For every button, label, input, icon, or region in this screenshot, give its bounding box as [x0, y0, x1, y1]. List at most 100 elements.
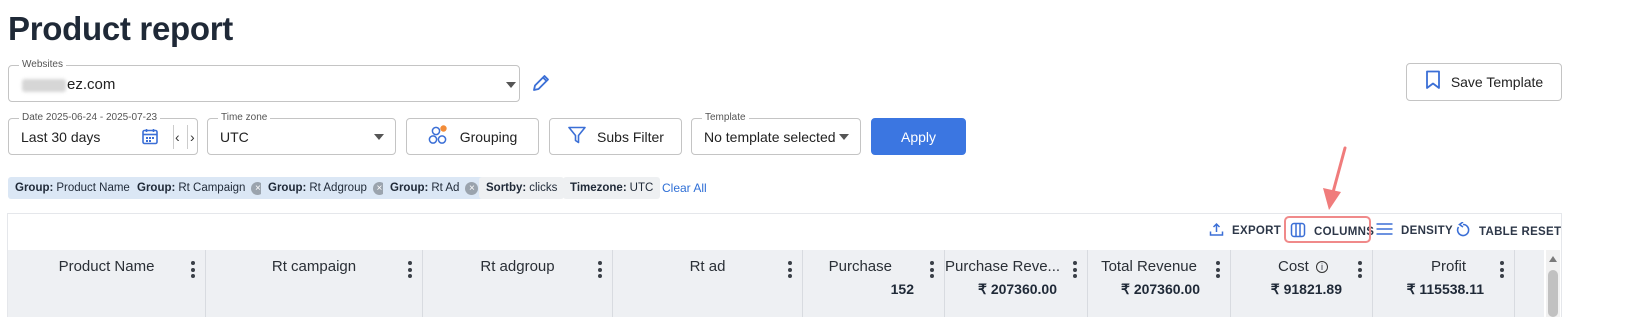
grouping-button[interactable]: Grouping — [406, 118, 539, 155]
bookmark-icon — [1425, 70, 1441, 94]
chevron-down-icon[interactable] — [374, 134, 384, 140]
chip-key: Group: — [390, 182, 429, 194]
column-header-label: Rt adgroup — [480, 258, 555, 275]
column-total: ₹ 91821.89 — [1270, 281, 1342, 297]
more-vert-icon[interactable] — [1358, 261, 1362, 278]
filter-chip: Group: Rt Campaign × — [130, 177, 272, 199]
column-header-total-revenue[interactable]: Total Revenue ₹ 207360.00 — [1088, 250, 1231, 317]
info-icon[interactable]: i — [1316, 261, 1328, 274]
column-total: ₹ 207360.00 — [978, 281, 1057, 297]
chip-key: Group: — [15, 182, 54, 194]
reset-icon — [1455, 221, 1471, 241]
chip-value: Rt Ad — [431, 182, 460, 194]
chip-value: clicks — [529, 182, 558, 194]
chevron-left-icon[interactable]: ‹ — [175, 129, 180, 145]
calendar-icon[interactable] — [142, 128, 158, 150]
apply-label: Apply — [900, 128, 937, 145]
subs-filter-label: Subs Filter — [597, 128, 664, 145]
column-header-product-name[interactable]: Product Name — [8, 250, 206, 317]
column-header-label: Purchase — [828, 258, 892, 275]
grouping-icon — [428, 124, 450, 150]
export-button[interactable]: EXPORT — [1209, 222, 1281, 240]
more-vert-icon[interactable] — [191, 261, 195, 278]
column-header-label: Cost i — [1231, 258, 1328, 275]
close-icon[interactable]: × — [465, 181, 479, 195]
chip-key: Group: — [268, 182, 307, 194]
chip-value: Rt Adgroup — [309, 182, 367, 194]
column-header-rt-campaign[interactable]: Rt campaign — [206, 250, 423, 317]
date-range-value: Last 30 days — [21, 129, 101, 145]
annotation-arrow — [1323, 146, 1347, 210]
subs-filter-button[interactable]: Subs Filter — [549, 118, 682, 155]
filter-chip: Group: Rt Ad × — [383, 177, 486, 199]
clear-all-link[interactable]: Clear All — [662, 181, 707, 195]
grouping-label: Grouping — [459, 128, 518, 145]
column-header-label: Profit — [1430, 258, 1466, 275]
column-total: ₹ 207360.00 — [1121, 281, 1200, 297]
chip-value: Rt Campaign — [178, 182, 246, 194]
save-template-label: Save Template — [1450, 74, 1544, 90]
highlight-box — [1284, 216, 1371, 243]
scroll-up-icon[interactable] — [1549, 256, 1557, 262]
template-value: No template selected — [704, 129, 836, 145]
more-vert-icon[interactable] — [598, 261, 602, 278]
websites-blurred-prefix — [22, 79, 66, 92]
table-reset-label: TABLE RESET — [1479, 225, 1562, 238]
more-vert-icon[interactable] — [1073, 261, 1077, 278]
export-label: EXPORT — [1232, 225, 1282, 237]
date-range-label: Date 2025-06-24 - 2025-07-23 — [19, 112, 161, 124]
table-header: Product Name Rt campaign Rt adgroup Rt a… — [8, 250, 1544, 317]
chevron-down-icon[interactable] — [839, 134, 849, 140]
template-label: Template — [702, 112, 749, 124]
table-reset-button[interactable]: TABLE RESET — [1455, 221, 1562, 241]
column-header-label: Rt ad — [689, 258, 726, 275]
column-header-text: Cost — [1277, 258, 1309, 275]
filter-icon — [567, 125, 587, 149]
column-header-cost[interactable]: Cost i ₹ 91821.89 — [1231, 250, 1373, 317]
template-select[interactable]: Template No template selected — [691, 112, 861, 155]
column-header-label: Rt campaign — [271, 258, 357, 275]
more-vert-icon[interactable] — [788, 261, 792, 278]
column-header-label: Product Name — [58, 258, 155, 275]
chevron-right-icon[interactable]: › — [190, 129, 195, 145]
apply-button[interactable]: Apply — [871, 118, 966, 155]
chip-value: Product Name — [56, 182, 130, 194]
density-button[interactable]: DENSITY — [1376, 222, 1453, 239]
column-header-purchase-revenue[interactable]: Purchase Reve... ₹ 207360.00 — [945, 250, 1088, 317]
chip-key: Timezone: — [570, 182, 627, 194]
column-header-label: Total Revenue — [1101, 258, 1197, 275]
timezone-value: UTC — [220, 129, 249, 145]
more-vert-icon[interactable] — [408, 261, 412, 278]
timezone-label: Time zone — [218, 112, 271, 124]
save-template-button[interactable]: Save Template — [1406, 63, 1562, 101]
density-label: DENSITY — [1401, 224, 1453, 237]
menu-icon — [1376, 222, 1393, 239]
column-total: ₹ 115538.11 — [1406, 281, 1484, 297]
column-header-rt-ad[interactable]: Rt ad — [613, 250, 803, 317]
more-vert-icon[interactable] — [1500, 261, 1504, 278]
more-vert-icon[interactable] — [930, 261, 934, 278]
filter-chip: Group: Rt Adgroup × — [261, 177, 393, 199]
more-vert-icon[interactable] — [1216, 261, 1220, 278]
chip-key: Group: — [137, 182, 176, 194]
column-total: 152 — [890, 281, 914, 297]
websites-value: ez.com — [67, 76, 116, 93]
column-header-purchase[interactable]: Purchase 152 — [803, 250, 945, 317]
chip-value: UTC — [629, 182, 654, 194]
edit-icon[interactable] — [530, 72, 552, 94]
websites-select[interactable]: Websites ez.com — [8, 59, 520, 102]
divider — [173, 125, 174, 149]
page-title: Product report — [8, 10, 233, 47]
column-header-profit[interactable]: Profit ₹ 115538.11 — [1373, 250, 1515, 317]
upload-icon — [1209, 222, 1224, 240]
filter-chip: Sortby: clicks — [479, 177, 565, 199]
scrollbar-thumb[interactable] — [1548, 270, 1558, 317]
divider — [187, 125, 188, 149]
column-header-rt-adgroup[interactable]: Rt adgroup — [423, 250, 613, 317]
timezone-select[interactable]: Time zone UTC — [207, 112, 396, 155]
date-range-field[interactable]: Date 2025-06-24 - 2025-07-23 Last 30 day… — [8, 112, 198, 155]
filter-chip: Timezone: UTC — [563, 177, 661, 199]
chevron-down-icon[interactable] — [506, 82, 516, 88]
column-header-label: Purchase Reve... — [945, 258, 1061, 275]
websites-label: Websites — [19, 59, 66, 71]
